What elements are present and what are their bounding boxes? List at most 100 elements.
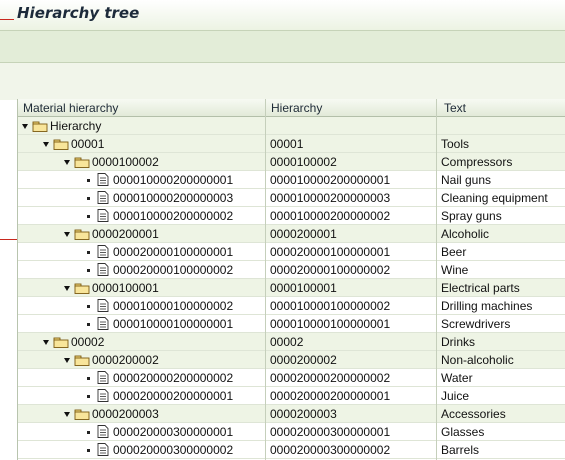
tree-node-label[interactable]: 000010000100000002 [113, 299, 233, 313]
expand-toggle-icon[interactable] [43, 340, 49, 345]
hierarchy-cell: 000020000100000002 [270, 263, 391, 277]
hierarchy-cell: 000010000200000002 [270, 209, 391, 223]
tree-leaf-row[interactable]: 000020000200000001 000020000200000001 Juic… [18, 387, 565, 405]
tree-leaf-row[interactable]: 000010000100000001 000010000100000001 Scre… [18, 315, 565, 333]
document-icon [97, 443, 109, 456]
text-cell: Electrical parts [441, 281, 520, 295]
expand-toggle-icon[interactable] [43, 142, 49, 147]
text-cell: Screwdrivers [441, 317, 511, 331]
tree-node-label[interactable]: 0000200003 [92, 407, 159, 421]
column-header-text[interactable]: Text [444, 101, 466, 115]
folder-icon [74, 355, 90, 366]
accent-line [0, 239, 17, 240]
leaf-bullet [87, 377, 90, 380]
text-cell: Non-alcoholic [441, 353, 514, 367]
tree-node-label[interactable]: 000010000100000001 [113, 317, 233, 331]
tree-node-label[interactable]: 0000200002 [92, 353, 159, 367]
expand-toggle-icon[interactable] [22, 124, 28, 129]
text-cell: Juice [441, 389, 470, 403]
tree-leaf-row[interactable]: 000010000200000001 000010000200000001 Nail… [18, 171, 565, 189]
tree-leaf-row[interactable]: 000020000100000002 000020000100000002 Wine [18, 261, 565, 279]
column-divider[interactable] [265, 99, 266, 460]
leaf-bullet [87, 431, 90, 434]
hierarchy-cell: 000020000100000001 [270, 245, 391, 259]
hierarchy-cell: 00001 [270, 137, 304, 151]
column-header-hierarchy[interactable]: Hierarchy [271, 101, 322, 115]
text-cell: Beer [441, 245, 467, 259]
accent-line [0, 19, 14, 20]
leaf-bullet [87, 305, 90, 308]
column-header-material-hierarchy[interactable]: Material hierarchy [23, 101, 118, 115]
folder-icon [74, 283, 90, 294]
hierarchy-cell: 000020000200000002 [270, 371, 391, 385]
hierarchy-cell: 00002 [270, 335, 304, 349]
folder-icon [74, 409, 90, 420]
text-cell: Barrels [441, 443, 480, 457]
tree-node-label[interactable]: 0000100002 [92, 155, 159, 169]
text-cell: Accessories [441, 407, 506, 421]
text-cell: Wine [441, 263, 469, 277]
folder-icon [53, 337, 69, 348]
hierarchy-cell: 000020000200000001 [270, 389, 391, 403]
expand-toggle-icon[interactable] [64, 358, 70, 363]
tree-node-label[interactable]: 000020000200000001 [113, 389, 233, 403]
hierarchy-cell: 0000100001 [270, 281, 337, 295]
hierarchy-cell: 0000200002 [270, 353, 337, 367]
hierarchy-cell: 0000200001 [270, 227, 337, 241]
text-cell: Water [441, 371, 473, 385]
leaf-bullet [87, 269, 90, 272]
tree-leaf-row[interactable]: 000020000100000001 000020000100000001 Beer [18, 243, 565, 261]
column-divider[interactable] [436, 99, 437, 460]
hierarchy-tree-grid: Material hierarchy Hierarchy Text Hierar… [17, 99, 565, 460]
tree-node-label[interactable]: 0000200001 [92, 227, 159, 241]
document-icon [97, 389, 109, 402]
hierarchy-cell: 000010000200000001 [270, 173, 391, 187]
hierarchy-cell: 000020000300000002 [270, 443, 391, 457]
expand-toggle-icon[interactable] [64, 160, 70, 165]
tree-node-label[interactable]: 000020000300000002 [113, 443, 233, 457]
tree-leaf-row[interactable]: 000010000100000002 000010000100000002 Dril… [18, 297, 565, 315]
tree-node-row[interactable]: 0000100001 0000100001 Electrical parts [18, 279, 565, 297]
document-icon [97, 263, 109, 276]
application-toolbar [0, 30, 565, 63]
tree-node-label[interactable]: 000020000100000002 [113, 263, 233, 277]
expand-toggle-icon[interactable] [64, 412, 70, 417]
tree-leaf-row[interactable]: 000020000300000002 000020000300000002 Barr… [18, 441, 565, 459]
text-cell: Drilling machines [441, 299, 533, 313]
text-cell: Drinks [441, 335, 476, 349]
tree-leaf-row[interactable]: 000020000300000001 000020000300000001 Glas… [18, 423, 565, 441]
tree-node-label[interactable]: 000020000100000001 [113, 245, 233, 259]
tree-leaf-row[interactable]: 000020000200000002 000020000200000002 Wate… [18, 369, 565, 387]
title-bar: Hierarchy tree [0, 0, 565, 30]
tree-node-label[interactable]: 000020000300000001 [113, 425, 233, 439]
text-cell: Spray guns [441, 209, 502, 223]
alv-toolbar [0, 63, 565, 158]
tree-node-row[interactable]: 0000100002 0000100002 Compressors [18, 153, 565, 171]
tree-node-row[interactable]: 00002 00002 Drinks [18, 333, 565, 351]
tree-node-row[interactable]: 00001 00001 Tools [18, 135, 565, 153]
document-icon [97, 317, 109, 330]
tree-node-label[interactable]: Hierarchy [50, 119, 101, 133]
hierarchy-cell: 000020000300000001 [270, 425, 391, 439]
tree-node-label[interactable]: 000010000200000001 [113, 173, 233, 187]
tree-node-row[interactable]: 0000200002 0000200002 Non-alcoholic [18, 351, 565, 369]
document-icon [97, 173, 109, 186]
tree-node-label[interactable]: 00001 [71, 137, 104, 151]
expand-toggle-icon[interactable] [64, 286, 70, 291]
tree-node-label[interactable]: 000010000200000003 [113, 191, 233, 205]
leaf-bullet [87, 215, 90, 218]
tree-node-label[interactable]: 0000100001 [92, 281, 159, 295]
folder-icon [74, 157, 90, 168]
tree-leaf-row[interactable]: 000010000200000003 000010000200000003 Clea… [18, 189, 565, 207]
hierarchy-cell: 000010000200000003 [270, 191, 391, 205]
tree-leaf-row[interactable]: 000010000200000002 000010000200000002 Spra… [18, 207, 565, 225]
tree-node-label[interactable]: 00002 [71, 335, 104, 349]
tree-node-row[interactable]: Hierarchy [18, 117, 565, 135]
tree-node-row[interactable]: 0000200003 0000200003 Accessories [18, 405, 565, 423]
expand-toggle-icon[interactable] [64, 232, 70, 237]
tree-node-label[interactable]: 000010000200000002 [113, 209, 233, 223]
leaf-bullet [87, 395, 90, 398]
tree-node-row[interactable]: 0000200001 0000200001 Alcoholic [18, 225, 565, 243]
tree-node-label[interactable]: 000020000200000002 [113, 371, 233, 385]
text-cell: Glasses [441, 425, 485, 439]
